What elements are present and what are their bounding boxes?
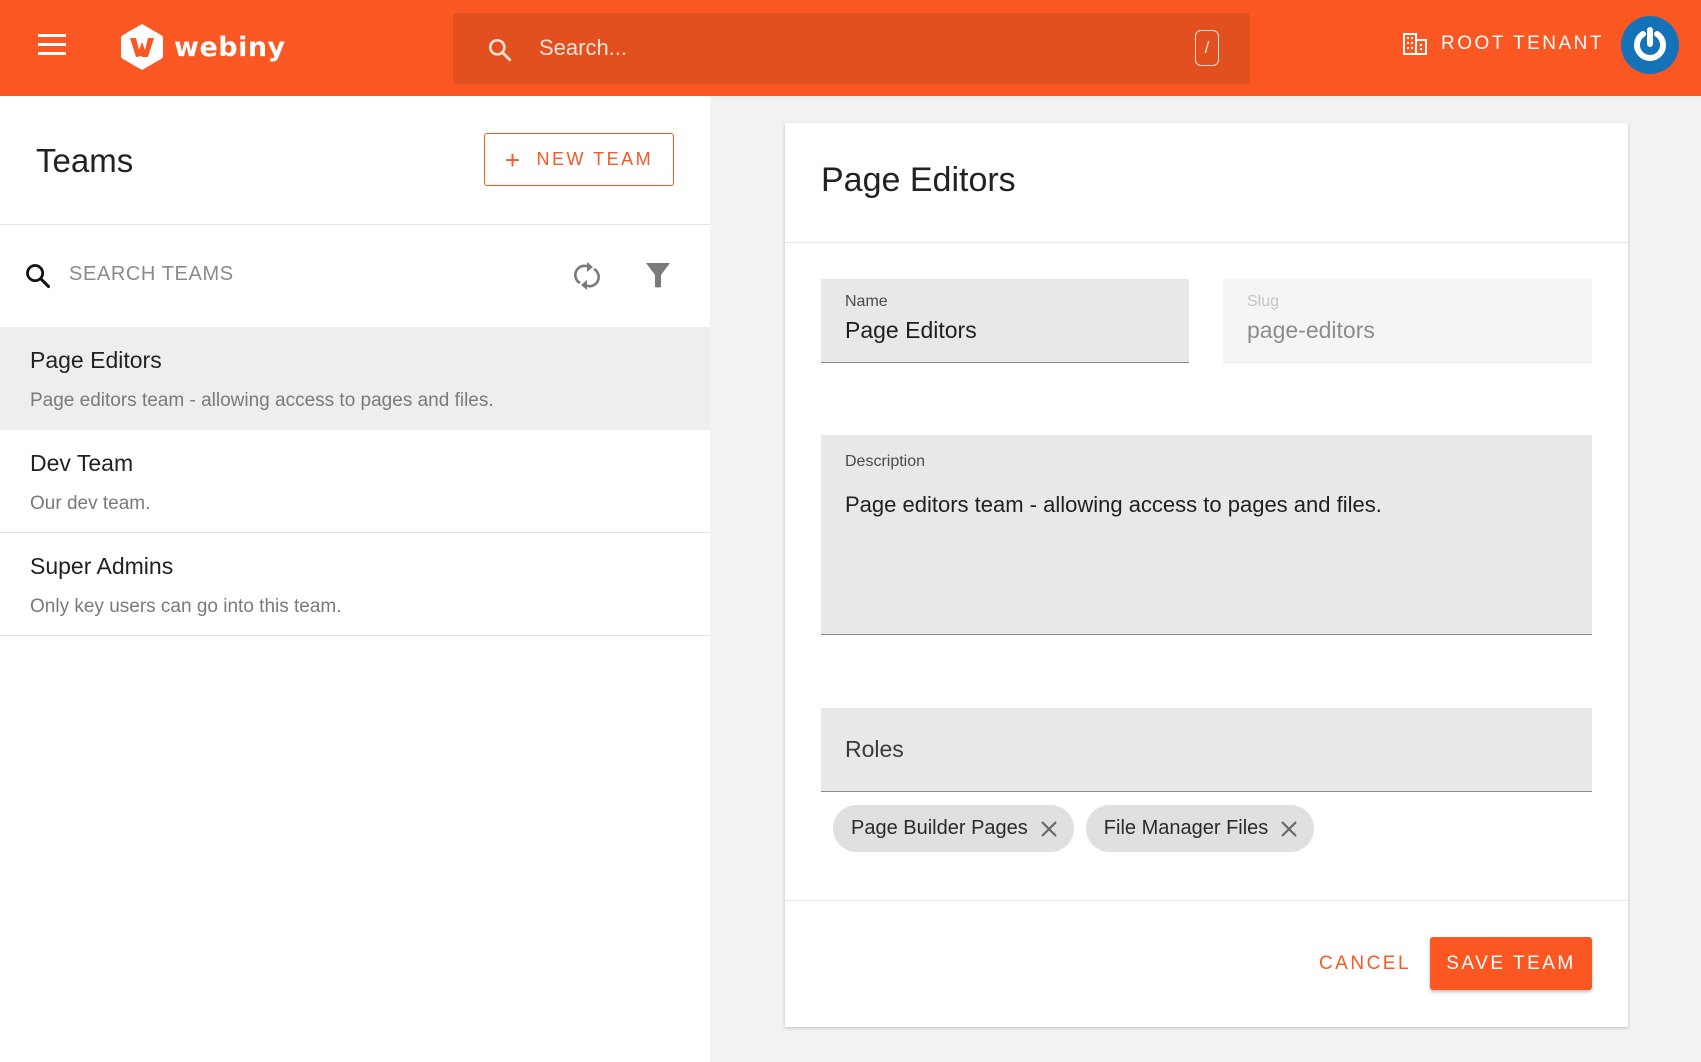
- name-label: Name: [845, 293, 888, 310]
- search-placeholder: Search...: [539, 35, 628, 60]
- description-label: Description: [845, 453, 926, 470]
- team-list: Page Editors Page editors team - allowin…: [0, 327, 710, 636]
- power-icon: [1634, 27, 1666, 61]
- tenant-selector[interactable]: ROOT TENANT: [1403, 33, 1604, 55]
- team-description: Only key users can go into this team.: [30, 596, 342, 617]
- search-icon: [488, 38, 512, 62]
- webiny-hexagon-icon: [121, 24, 163, 70]
- teams-list-panel: Teams + NEW TEAM SEARCH TEAMS Page Edito…: [0, 96, 710, 1062]
- chip-label: Page Builder Pages: [851, 817, 1028, 839]
- team-name: Super Admins: [30, 553, 174, 579]
- chip-label: File Manager Files: [1103, 817, 1269, 839]
- close-icon[interactable]: [1280, 820, 1298, 838]
- team-name: Page Editors: [30, 347, 162, 373]
- slug-value: page-editors: [1247, 317, 1375, 343]
- refresh-icon[interactable]: [572, 259, 602, 293]
- slug-field: Slug page-editors: [1223, 279, 1592, 363]
- user-avatar[interactable]: [1621, 16, 1679, 74]
- cancel-button[interactable]: CANCEL: [1315, 937, 1415, 990]
- search-teams-input[interactable]: SEARCH TEAMS: [69, 263, 234, 286]
- form-title: Page Editors: [821, 161, 1016, 199]
- description-value: Page editors team - allowing access to p…: [845, 492, 1382, 517]
- role-chip: Page Builder Pages: [833, 805, 1074, 852]
- team-form-card: Page Editors Name Page Editors Slug page…: [785, 123, 1628, 1027]
- filter-icon[interactable]: [645, 261, 671, 289]
- global-search-input[interactable]: Search... /: [453, 13, 1250, 84]
- team-name: Dev Team: [30, 450, 134, 476]
- name-value: Page Editors: [845, 317, 977, 343]
- description-field[interactable]: Description Page editors team - allowing…: [821, 435, 1592, 635]
- panel-title: Teams: [36, 142, 134, 179]
- name-field[interactable]: Name Page Editors: [821, 279, 1189, 363]
- divider: [785, 900, 1628, 901]
- new-team-label: NEW TEAM: [536, 149, 654, 169]
- new-team-button[interactable]: + NEW TEAM: [484, 133, 674, 186]
- roles-label: Roles: [845, 736, 904, 762]
- team-description: Our dev team.: [30, 493, 151, 514]
- roles-select[interactable]: Roles: [821, 708, 1592, 792]
- teams-search-row: SEARCH TEAMS: [0, 225, 710, 327]
- slug-label: Slug: [1247, 293, 1280, 310]
- team-list-item[interactable]: Dev Team Our dev team.: [0, 430, 710, 533]
- divider: [785, 242, 1628, 243]
- role-chip: File Manager Files: [1085, 805, 1315, 852]
- hamburger-menu-icon[interactable]: [38, 34, 68, 60]
- webiny-logo[interactable]: webiny: [120, 22, 286, 72]
- team-list-item[interactable]: Page Editors Page editors team - allowin…: [0, 327, 710, 430]
- search-icon: [26, 264, 51, 289]
- team-list-item[interactable]: Super Admins Only key users can go into …: [0, 533, 710, 636]
- tenant-label: ROOT TENANT: [1441, 33, 1604, 54]
- plus-icon: +: [504, 144, 523, 175]
- roles-chips: Page Builder Pages File Manager Files: [833, 805, 1315, 852]
- building-icon: [1403, 33, 1427, 55]
- close-icon[interactable]: [1040, 820, 1058, 838]
- top-app-bar: webiny Search... / ROOT TENANT: [0, 0, 1701, 96]
- brand-name: webiny: [174, 31, 286, 63]
- search-shortcut-badge: /: [1195, 30, 1219, 66]
- save-team-button[interactable]: SAVE TEAM: [1430, 937, 1592, 990]
- team-description: Page editors team - allowing access to p…: [30, 390, 494, 411]
